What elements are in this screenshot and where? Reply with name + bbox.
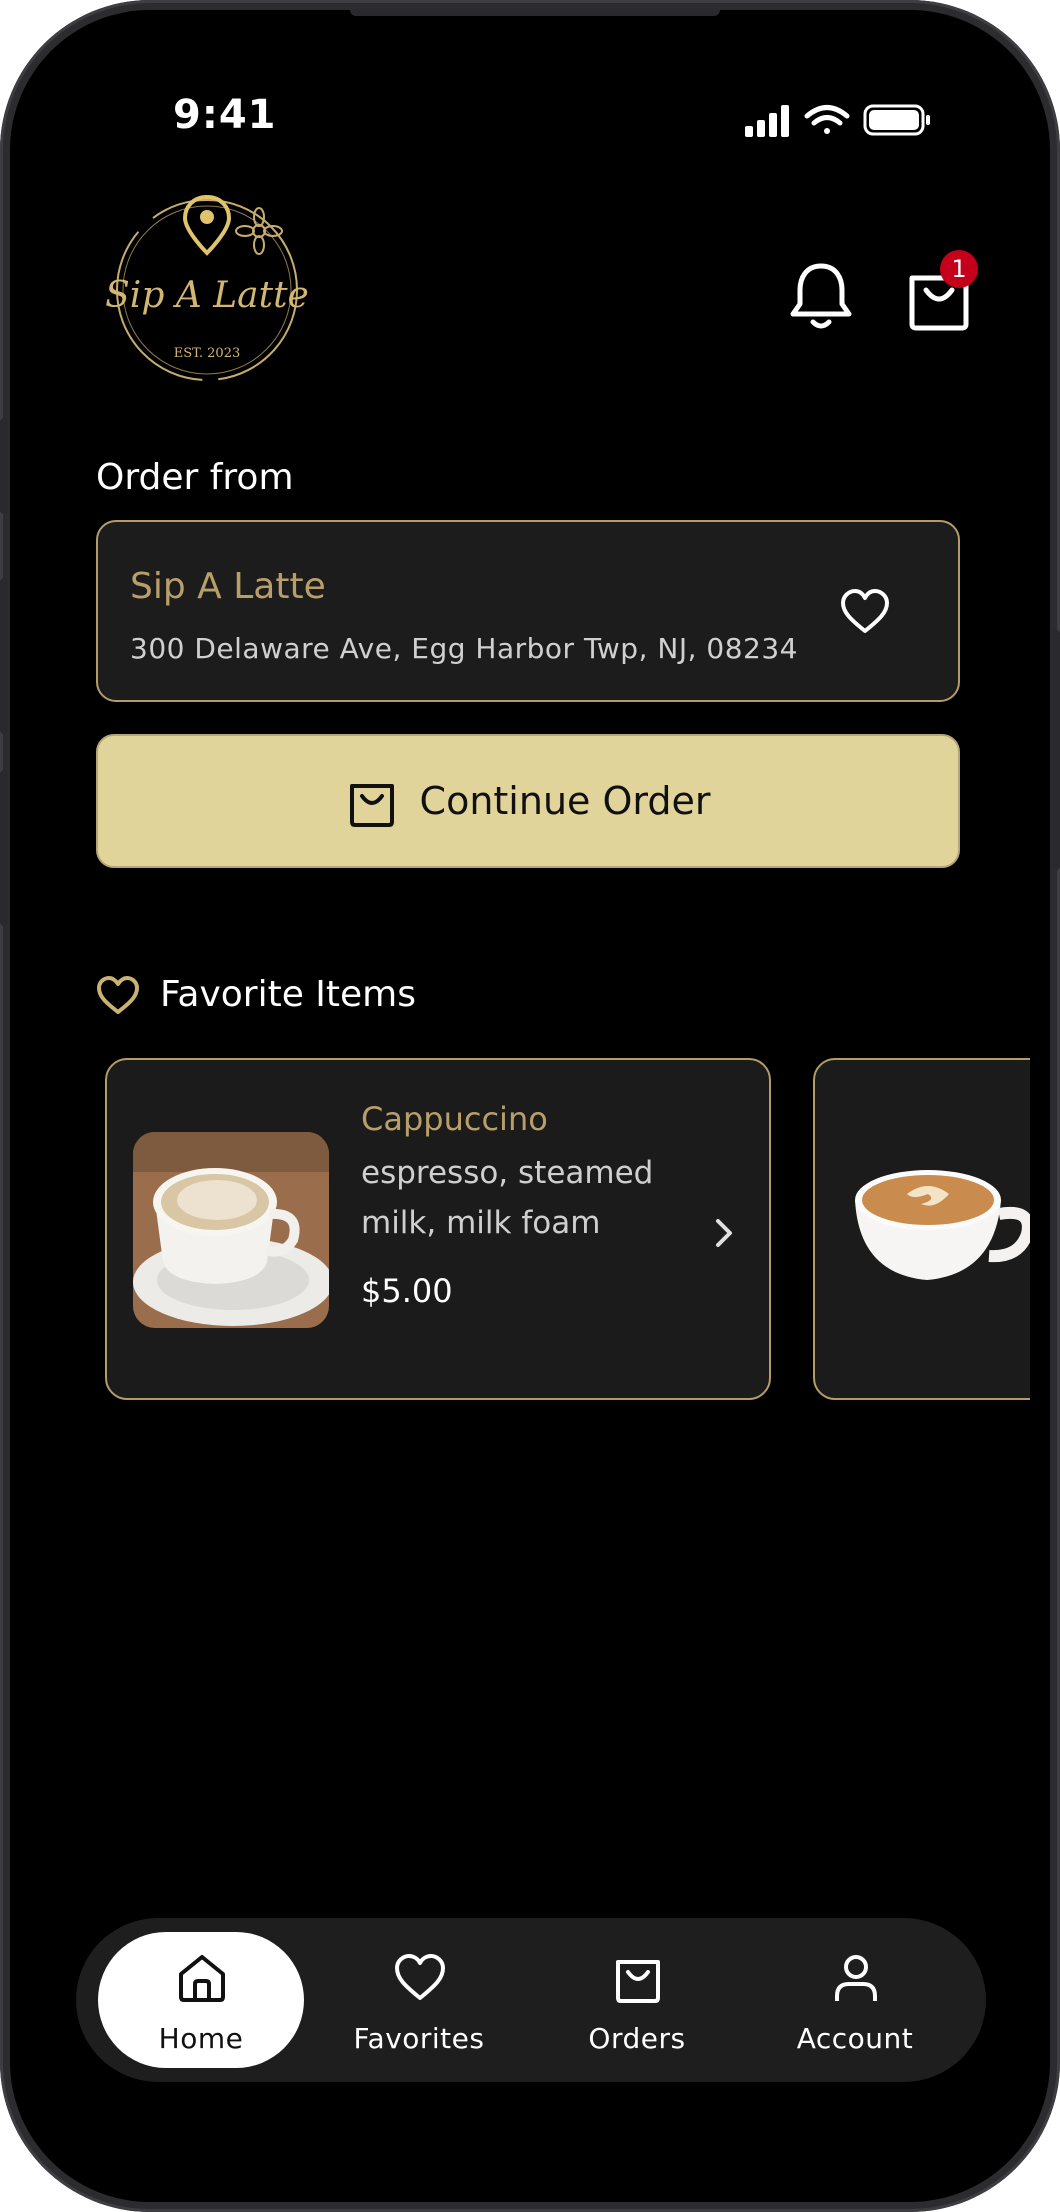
bag-icon: [616, 1960, 660, 2003]
battery-icon: [863, 104, 930, 136]
side-button-silent: [0, 418, 8, 514]
store-name: Sip A Latte: [130, 566, 326, 607]
bottom-navigation: Home Favorites Orders Account: [76, 1918, 986, 2082]
side-button-volume-up: [0, 578, 8, 734]
heart-icon: [97, 976, 139, 1014]
home-icon: [179, 1955, 225, 2002]
nav-home-label: Home: [158, 2022, 244, 2055]
nav-favorites[interactable]: Favorites: [316, 1932, 522, 2068]
signal-icon: [745, 105, 789, 137]
nav-favorites-label: Favorites: [353, 2022, 485, 2055]
phone-frame: 9:41 Sip A Latte EST. 2023 1 Order from …: [0, 0, 1060, 2212]
continue-order-button[interactable]: Continue Order: [96, 734, 960, 868]
item-description: espresso, steamed milk, milk foam: [361, 1155, 654, 1241]
store-address: 300 Delaware Ave, Egg Harbor Twp, NJ, 08…: [130, 632, 798, 665]
favorite-item-card[interactable]: [813, 1058, 1030, 1400]
location-pin-icon: [182, 195, 232, 256]
svg-text:EST. 2023: EST. 2023: [174, 346, 241, 361]
shopping-bag-icon: [349, 784, 394, 827]
nav-orders[interactable]: Orders: [534, 1932, 740, 2068]
person-icon: [835, 1955, 877, 2001]
nav-account-label: Account: [796, 2022, 914, 2055]
nav-account[interactable]: Account: [752, 1932, 958, 2068]
cappuccino-photo: [133, 1132, 329, 1328]
screen: 9:41 Sip A Latte EST. 2023 1 Order from …: [10, 10, 1050, 2202]
wifi-icon: [804, 105, 850, 134]
favorite-item-card[interactable]: Cappuccino espresso, steamed milk, milk …: [105, 1058, 771, 1400]
continue-order-label: Continue Order: [419, 779, 711, 823]
top-bezel-line: [350, 10, 720, 16]
item-name: Cappuccino: [361, 1100, 548, 1138]
svg-text:Sip A Latte: Sip A Latte: [105, 275, 309, 316]
notification-bell-icon[interactable]: [788, 260, 854, 332]
store-card[interactable]: Sip A Latte 300 Delaware Ave, Egg Harbor…: [96, 520, 960, 702]
nav-orders-label: Orders: [588, 2022, 686, 2055]
cart-count-badge: 1: [940, 250, 978, 288]
favorite-items-carousel[interactable]: Cappuccino espresso, steamed milk, milk …: [35, 1050, 1030, 1410]
brand-logo: Sip A Latte EST. 2023: [105, 195, 309, 381]
status-time: 9:41: [173, 92, 277, 138]
order-from-title: Order from: [96, 457, 294, 498]
side-button-volume-down: [0, 770, 8, 926]
chevron-right-icon[interactable]: [713, 1216, 735, 1250]
heart-icon: [395, 1954, 445, 2000]
favorite-store-heart-icon[interactable]: [840, 589, 890, 635]
side-button-power: [1052, 630, 1060, 870]
latte-photo: [855, 1170, 1030, 1280]
status-icons: [745, 104, 930, 137]
nav-home[interactable]: Home: [98, 1932, 304, 2068]
favorite-items-title: Favorite Items: [160, 974, 417, 1015]
item-price: $5.00: [361, 1272, 453, 1310]
